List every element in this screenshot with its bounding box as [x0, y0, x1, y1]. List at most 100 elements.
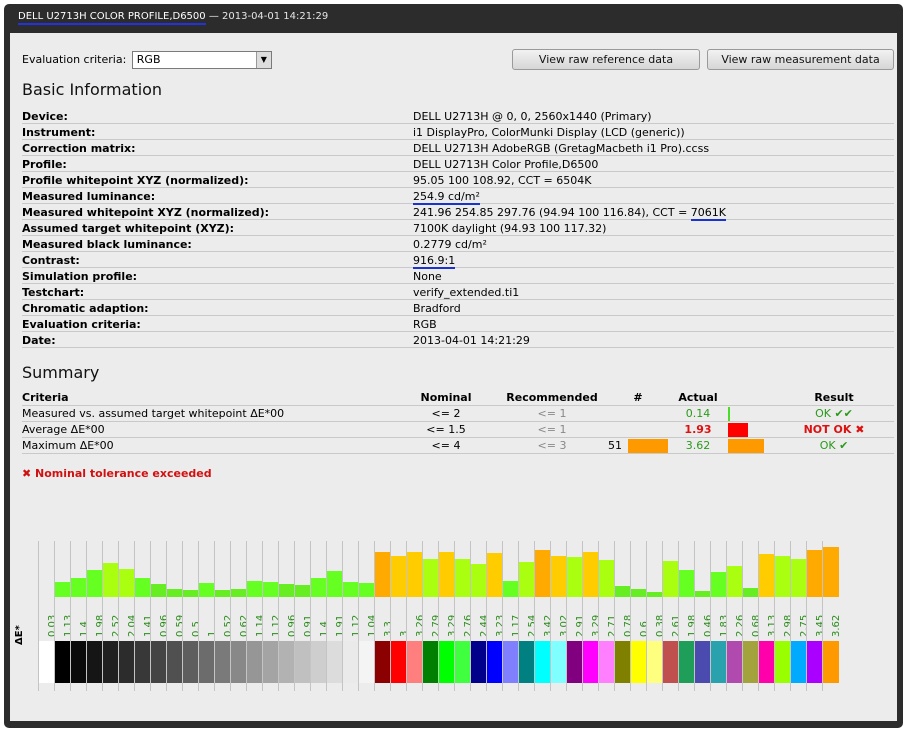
chart-column: 0.68 — [742, 541, 762, 691]
chart-bar — [727, 566, 743, 597]
chart-ylabel: ΔE* — [14, 625, 25, 645]
chart-column: 1.4 — [70, 541, 90, 691]
chart-bar-area — [199, 545, 215, 597]
chart-bar — [247, 581, 263, 597]
chart-bar-area — [295, 545, 311, 597]
view-raw-measurement-button[interactable]: View raw measurement data — [707, 49, 894, 70]
chart-column: 2.52 — [102, 541, 122, 691]
chart-column: 3.45 — [806, 541, 826, 691]
chart-column: 0.96 — [278, 541, 298, 691]
chart-column: 3.29 — [438, 541, 458, 691]
summary-count — [608, 405, 668, 422]
chart-bar — [679, 570, 695, 597]
info-value: 0.2779 cd/m² — [413, 235, 894, 252]
info-key: Simulation profile: — [22, 267, 413, 284]
chart-value-label: 0.03 — [39, 599, 58, 639]
chart-bar-area — [599, 545, 615, 597]
chevron-down-icon[interactable]: ▼ — [255, 52, 271, 68]
summary-count — [608, 421, 668, 438]
summary-count-value: 51 — [608, 438, 622, 452]
chart-value-label: 3.62 — [823, 599, 842, 639]
chart-bar-area — [743, 545, 759, 597]
chart-swatch — [567, 641, 583, 683]
col-result: Result — [774, 390, 894, 406]
chart-bar — [359, 583, 375, 597]
chart-swatch — [727, 641, 743, 683]
chart-value-label: 0.52 — [215, 599, 234, 639]
chart-column: 2.91 — [566, 541, 586, 691]
summary-heading: Summary — [22, 363, 100, 382]
info-value-text: 7100K daylight (94.93 100 117.32) — [413, 222, 607, 235]
view-raw-reference-button[interactable]: View raw reference data — [512, 49, 700, 70]
chart-swatch — [71, 641, 87, 683]
chart-bar — [775, 556, 791, 597]
chart-column: 3.23 — [486, 541, 506, 691]
chart-value-label: 3.45 — [807, 599, 826, 639]
chart-bar — [199, 583, 215, 597]
chart-column: 3.3 — [374, 541, 394, 691]
chart-value-label: 0.6 — [631, 599, 650, 639]
info-value: 254.9 cd/m² — [413, 187, 894, 205]
chart-column: 1.91 — [326, 541, 346, 691]
info-row: Evaluation criteria: RGB — [22, 315, 894, 332]
chart-value-label: 2.75 — [791, 599, 810, 639]
chart-bar — [119, 569, 135, 597]
col-criteria: Criteria — [22, 390, 396, 406]
chart-swatch — [551, 641, 567, 683]
chart-column: 3.13 — [758, 541, 778, 691]
chart-bar-area — [119, 545, 135, 597]
chart-value-label: 0.62 — [231, 599, 250, 639]
chart-swatch — [215, 641, 231, 683]
chart-bar — [407, 552, 423, 597]
chart-value-label: 1.83 — [711, 599, 730, 639]
chart-column: 3.26 — [406, 541, 426, 691]
chart-bar — [391, 556, 407, 597]
chart-swatch — [151, 641, 167, 683]
chart-bar — [343, 582, 359, 597]
chart-bar — [439, 552, 455, 597]
info-value: 916.9:1 — [413, 251, 894, 269]
chart-swatch — [759, 641, 775, 683]
chart-bar — [551, 556, 567, 597]
chart-column: 0.59 — [166, 541, 186, 691]
info-row: Instrument: i1 DisplayPro, ColorMunki Dis… — [22, 123, 894, 140]
summary-nominal: <= 2 — [396, 405, 496, 422]
info-row: Date: 2013-04-01 14:21:29 — [22, 331, 894, 348]
chart-value-label: 1.12 — [263, 599, 282, 639]
report-content: Evaluation criteria: RGB ▼ View raw refe… — [10, 33, 897, 721]
chart-swatch — [103, 641, 119, 683]
chart-bar — [519, 562, 535, 597]
chart-bar-area — [535, 545, 551, 597]
chart-bar-area — [775, 545, 791, 597]
chart-swatch — [503, 641, 519, 683]
eval-criteria-select[interactable]: RGB ▼ — [131, 51, 272, 69]
chart-swatch — [535, 641, 551, 683]
chart-value-label: 0.68 — [743, 599, 762, 639]
info-row: Chromatic adaption: Bradford — [22, 299, 894, 316]
chart-swatch — [135, 641, 151, 683]
chart-swatch — [343, 641, 359, 683]
chart-value-label: 3.3 — [375, 599, 394, 639]
chart-column: 3.02 — [550, 541, 570, 691]
info-value: DELL U2713H @ 0, 0, 2560x1440 (Primary) — [413, 108, 894, 124]
chart-value-label: 1.14 — [247, 599, 266, 639]
summary-actual: 0.14 — [668, 405, 728, 422]
chart-column: 3.29 — [582, 541, 602, 691]
info-key: Measured whitepoint XYZ (normalized): — [22, 203, 413, 220]
window-title-date: — 2013-04-01 14:21:29 — [205, 11, 329, 22]
chart-bar-area — [391, 545, 407, 597]
chart-bar-area — [359, 545, 375, 597]
chart-swatch — [295, 641, 311, 683]
info-value: 2013-04-01 14:21:29 — [413, 331, 894, 348]
chart-bar-area — [647, 545, 663, 597]
col-count: # — [608, 390, 668, 406]
info-value: 95.05 100 108.92, CCT = 6504K — [413, 171, 894, 188]
chart-bar — [327, 571, 343, 597]
info-key: Contrast: — [22, 251, 413, 268]
chart-bar-area — [471, 545, 487, 597]
chart-bar — [87, 570, 103, 597]
basic-info-heading: Basic Information — [22, 80, 163, 99]
chart-value-label: 3 — [391, 599, 410, 639]
chart-bar — [167, 589, 183, 597]
chart-swatch — [487, 641, 503, 683]
